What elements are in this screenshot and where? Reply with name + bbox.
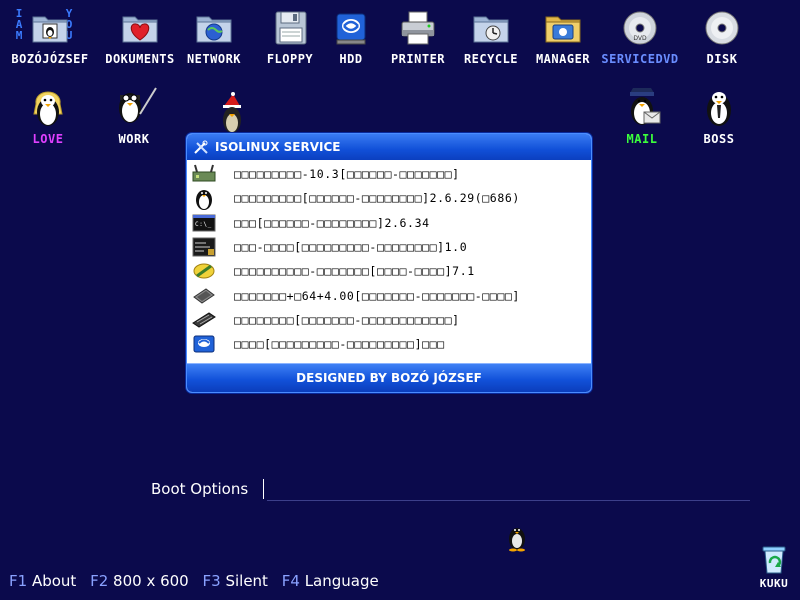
- hdd-small-icon: [193, 335, 215, 353]
- menu-item-label: □□□-□□□□[□□□□□□□□□-□□□□□□□□]1.0: [234, 240, 468, 255]
- boot-menu-dialog: ISOLINUX SERVICE □□□□□□□□□-10.3[□□□□□□-□…: [186, 133, 592, 393]
- cd-icon: [705, 11, 739, 45]
- desktop-icon-dokuments[interactable]: DOKUMENTS: [98, 8, 182, 66]
- desktop-icon-label: DISK: [706, 52, 738, 66]
- tux-small-icon: [509, 528, 525, 552]
- memory-chip-icon: [193, 288, 215, 304]
- desktop-icon-label: NETWORK: [186, 52, 242, 66]
- dialog-footer: DESIGNED BY BOZÓ JÓZSEF: [187, 363, 591, 392]
- desktop-icon-disk[interactable]: DISK: [680, 8, 764, 66]
- desktop-icon-boss[interactable]: BOSS: [677, 84, 761, 146]
- recycle-folder-icon: [473, 16, 509, 43]
- wrench-icon: [193, 263, 215, 279]
- desktop-icon-servicedvd[interactable]: DVD SERVICEDVD: [598, 8, 682, 66]
- ram-icon: [192, 312, 216, 328]
- floppy-icon: [275, 11, 307, 45]
- menu-item[interactable]: □□□□□□□□□[□□□□□□-□□□□□□□□]2.6.29(□686): [190, 186, 588, 211]
- svg-text:C:\_: C:\_: [195, 221, 212, 228]
- menu-item[interactable]: C:\_ □□□[□□□□□□-□□□□□□□□]2.6.34: [190, 211, 588, 235]
- dialog-titlebar: ISOLINUX SERVICE: [187, 134, 591, 160]
- function-key-bar: F1 About F2 800 x 600 F3 Silent F4 Langu…: [9, 572, 388, 590]
- fkey-about[interactable]: F1 About: [9, 572, 85, 590]
- heart-folder-icon: [122, 16, 158, 43]
- desktop-icon-label: MANAGER: [535, 52, 591, 66]
- hdd-icon: [336, 13, 366, 45]
- network-folder-icon: [196, 16, 232, 43]
- desktop-icon-label: KUKU: [759, 577, 789, 590]
- menu-item-label: □□□[□□□□□□-□□□□□□□□]2.6.34: [234, 215, 430, 230]
- desktop-icon-love[interactable]: LOVE: [6, 84, 90, 146]
- desktop-icon-user[interactable]: BOZÓJÓZSEF: [8, 8, 92, 66]
- menu-item[interactable]: □□□□□□□□□-10.3[□□□□□□-□□□□□□□]: [190, 162, 588, 186]
- tux-boss-icon: [707, 92, 731, 126]
- manager-folder-icon: [545, 16, 581, 43]
- tux-icon: [196, 190, 212, 211]
- router-icon: [192, 164, 216, 182]
- boot-options-cursor: [263, 479, 264, 499]
- desktop-icon-work[interactable]: WORK: [92, 84, 176, 146]
- boot-options-input[interactable]: [267, 500, 750, 501]
- desktop-icon-printer[interactable]: PRINTER: [376, 8, 460, 66]
- desktop-icon-mail[interactable]: MAIL: [600, 84, 684, 146]
- desktop-icon-label: DOKUMENTS: [105, 52, 175, 66]
- desktop-icon-label: WORK: [118, 132, 150, 146]
- desktop-icon-label: SERVICEDVD: [601, 52, 679, 66]
- desktop-icon-network[interactable]: NETWORK: [172, 8, 256, 66]
- printer-icon: [401, 11, 435, 45]
- menu-item-label: □□□□□□□□□□-□□□□□□□[□□□□-□□□□]7.1: [234, 264, 475, 279]
- desktop-icon-manager[interactable]: MANAGER: [521, 8, 605, 66]
- desktop-icon-kuku[interactable]: KUKU: [744, 543, 800, 590]
- menu-item-label: □□□□[□□□□□□□□□-□□□□□□□□□]□□□: [234, 337, 445, 352]
- dvd-icon: DVD: [623, 11, 657, 45]
- desktop-icon-label: LOVE: [32, 132, 64, 146]
- desktop-icon-label: PRINTER: [390, 52, 446, 66]
- svg-text:DVD: DVD: [633, 35, 647, 42]
- desktop-icon-santa[interactable]: [190, 92, 274, 136]
- boot-options-label: Boot Options: [151, 480, 249, 498]
- menu-item[interactable]: □□□□□□□□[□□□□□□□-□□□□□□□□□□□□]: [190, 308, 588, 332]
- tux-santa-icon: [223, 92, 241, 133]
- fkey-resolution[interactable]: F2 800 x 600: [90, 572, 198, 590]
- user-folder-icon: [32, 16, 68, 43]
- dialog-title: ISOLINUX SERVICE: [215, 140, 341, 154]
- terminal-icon: C:\_: [192, 214, 216, 232]
- fkey-silent[interactable]: F3 Silent: [203, 572, 277, 590]
- menu-item-label: □□□□□□□□□[□□□□□□-□□□□□□□□]2.6.29(□686): [234, 191, 520, 206]
- desktop-icon-label: BOZÓJÓZSEF: [11, 52, 89, 66]
- tux-mail-icon: [630, 88, 661, 125]
- boot-menu-list: □□□□□□□□□-10.3[□□□□□□-□□□□□□□] □□□□□□□□□…: [190, 162, 588, 356]
- fkey-language[interactable]: F4 Language: [282, 572, 388, 590]
- desktop-icon-label: MAIL: [626, 132, 658, 146]
- menu-item-label: □□□□□□□□□-10.3[□□□□□□-□□□□□□□]: [234, 167, 460, 182]
- tux-blonde-icon: [33, 91, 63, 126]
- menu-item-label: □□□□□□□+□64+4.00[□□□□□□□-□□□□□□□-□□□□]: [234, 288, 520, 303]
- recycle-bin-icon: [762, 546, 786, 574]
- menu-item[interactable]: □□□-□□□□[□□□□□□□□□-□□□□□□□□]1.0: [190, 235, 588, 259]
- tux-work-icon: [119, 87, 157, 123]
- console-lock-icon: [192, 237, 216, 257]
- menu-item[interactable]: □□□□□□□+□64+4.00[□□□□□□□-□□□□□□□-□□□□]: [190, 283, 588, 307]
- menu-item[interactable]: □□□□[□□□□□□□□□-□□□□□□□□□]□□□: [190, 332, 588, 356]
- desktop-icon-label: BOSS: [703, 132, 735, 146]
- tools-icon: [194, 140, 208, 154]
- menu-item-label: □□□□□□□□[□□□□□□□-□□□□□□□□□□□□]: [234, 312, 460, 327]
- menu-item[interactable]: □□□□□□□□□□-□□□□□□□[□□□□-□□□□]7.1: [190, 259, 588, 283]
